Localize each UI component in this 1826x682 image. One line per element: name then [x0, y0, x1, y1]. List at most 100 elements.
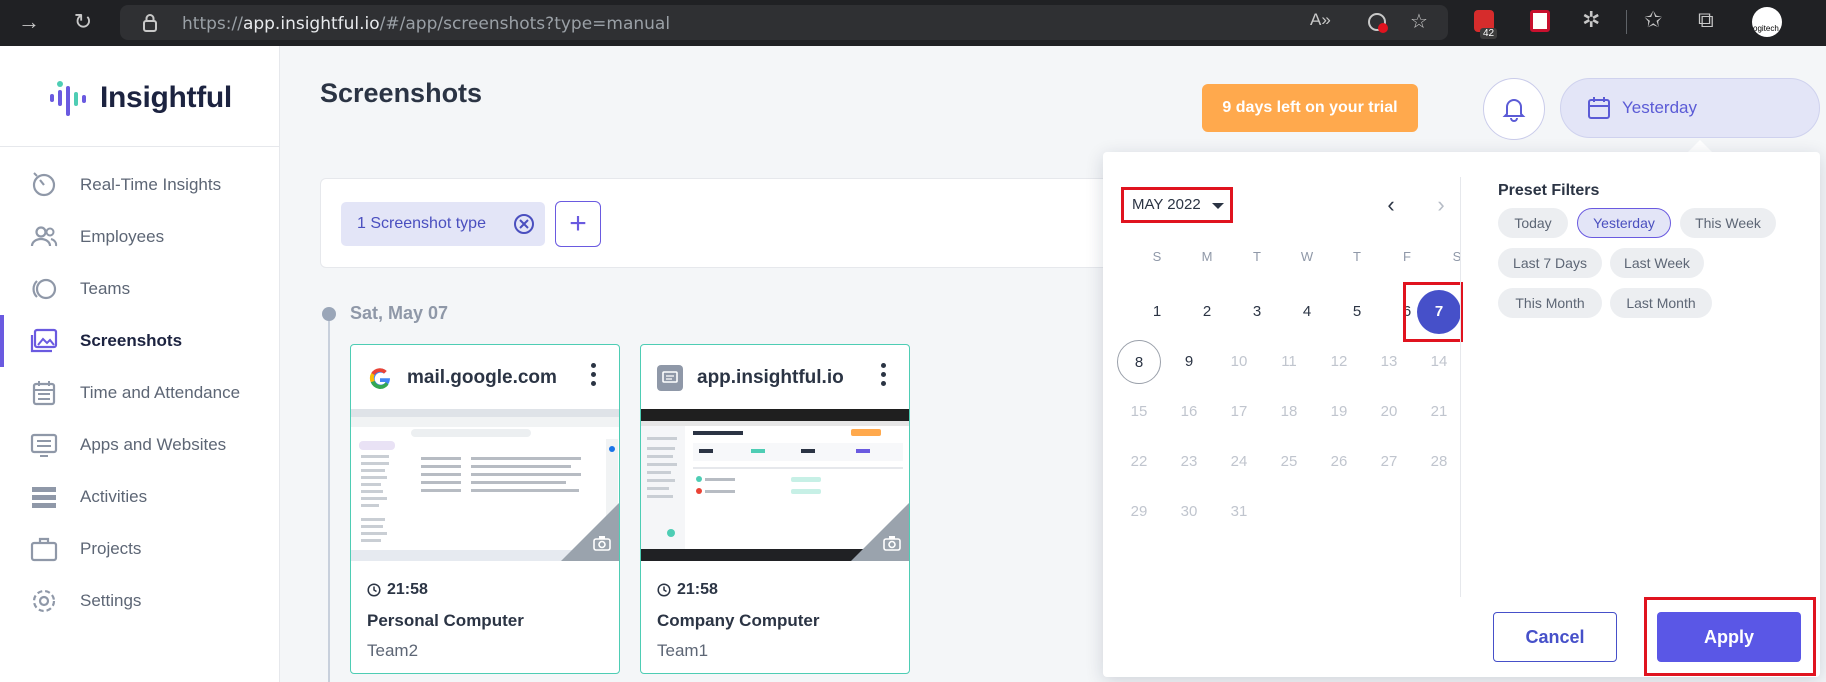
screenshot-card[interactable]: app.insightful.io 21:58 Company Computer…: [640, 344, 910, 674]
screenshot-thumbnail[interactable]: [351, 409, 619, 561]
calendar-day: 21: [1430, 403, 1448, 420]
kebab-menu-icon[interactable]: [591, 363, 597, 386]
calendar-day[interactable]: 3: [1235, 290, 1279, 334]
profile-label: ogitech: [1753, 24, 1779, 33]
profile-avatar[interactable]: ogitech: [1752, 7, 1782, 37]
timeline-dot: [322, 307, 336, 321]
sidebar-item-apps-and-websites[interactable]: Apps and Websites: [0, 419, 280, 471]
calendar-day: 23: [1180, 453, 1198, 470]
preset-last-7-days[interactable]: Last 7 Days: [1498, 248, 1602, 278]
date-picker: MAY 2022 ‹ › S M T W T F S 1 2 3 4 5 6 7…: [1103, 152, 1820, 677]
calendar-day: 18: [1280, 403, 1298, 420]
chevron-down-icon: [1212, 203, 1224, 209]
calendar-day: 14: [1430, 353, 1448, 370]
app-window-icon: [657, 365, 683, 391]
sidebar-item-time-and-attendance[interactable]: Time and Attendance: [0, 367, 280, 419]
calendar-day: 17: [1230, 403, 1248, 420]
favorites-icon[interactable]: ✩: [1644, 7, 1662, 33]
add-filter-button[interactable]: +: [555, 201, 601, 247]
calendar-day: 16: [1180, 403, 1198, 420]
date-range-button[interactable]: Yesterday: [1560, 78, 1820, 138]
calendar-day: 11: [1281, 353, 1297, 370]
calendar-day: 26: [1330, 453, 1348, 470]
calendar-day: 25: [1280, 453, 1298, 470]
sidebar-item-screenshots[interactable]: Screenshots: [0, 315, 280, 367]
calendar-day[interactable]: 1: [1135, 290, 1179, 334]
toolbar-divider: [1626, 10, 1627, 34]
kebab-menu-icon[interactable]: [881, 363, 887, 386]
logo[interactable]: Insightful: [48, 78, 232, 118]
month-select[interactable]: MAY 2022: [1121, 187, 1233, 223]
sidebar-divider: [0, 146, 280, 147]
forward-icon[interactable]: →: [14, 9, 44, 35]
next-month-button[interactable]: ›: [1429, 192, 1453, 218]
preset-this-week[interactable]: This Week: [1680, 208, 1776, 238]
sidebar-item-projects[interactable]: Projects: [0, 523, 280, 575]
sidebar-item-real-time-insights[interactable]: Real-Time Insights: [0, 159, 280, 211]
calendar-icon: [1588, 97, 1610, 119]
camera-icon: [593, 536, 611, 551]
filter-bar: 1 Screenshot type +: [320, 178, 1120, 268]
calendar-day[interactable]: 4: [1285, 290, 1329, 334]
calendar-day[interactable]: 9: [1167, 340, 1211, 384]
sidebar-item-label: Apps and Websites: [80, 435, 227, 454]
clock-icon: [367, 583, 381, 597]
collections-icon[interactable]: ⧉: [1698, 7, 1714, 33]
preset-this-month[interactable]: This Month: [1498, 288, 1602, 318]
calendar-day: 22: [1130, 453, 1148, 470]
calendar-day: 10: [1230, 353, 1248, 370]
extension-badge: 42: [1480, 28, 1498, 39]
monitor-icon: [30, 433, 58, 457]
calendar-day: 12: [1330, 353, 1348, 370]
preset-last-month[interactable]: Last Month: [1610, 288, 1712, 318]
calendar-day: 19: [1330, 403, 1348, 420]
tracking-icon[interactable]: [1366, 11, 1390, 35]
card-team: Team1: [657, 641, 709, 660]
calendar-day: 27: [1380, 453, 1398, 470]
calendar-day[interactable]: 5: [1335, 290, 1379, 334]
teams-icon: [32, 278, 57, 300]
extensions-icon[interactable]: ✲: [1582, 7, 1600, 33]
add-favorite-icon[interactable]: ☆: [1410, 9, 1428, 34]
preset-last-week[interactable]: Last Week: [1610, 248, 1704, 278]
calendar-day-today[interactable]: 8: [1117, 340, 1161, 384]
prev-month-button[interactable]: ‹: [1379, 192, 1403, 218]
trial-badge[interactable]: 9 days left on your trial: [1202, 84, 1418, 132]
screenshot-card[interactable]: mail.google.com 21:58 Personal Computer …: [350, 344, 620, 674]
sidebar-item-teams[interactable]: Teams: [0, 263, 280, 315]
google-icon: [369, 368, 391, 389]
calendar-day: 13: [1380, 353, 1398, 370]
browser-toolbar: → ↻ https://app.insightful.io/#/app/scre…: [0, 0, 1826, 46]
cancel-button[interactable]: Cancel: [1493, 612, 1617, 662]
notifications-button[interactable]: [1483, 78, 1545, 140]
sidebar-item-settings[interactable]: Settings: [0, 575, 280, 627]
card-team: Team2: [367, 641, 419, 660]
card-site: app.insightful.io: [697, 367, 844, 388]
insightful-logo-icon: [50, 81, 86, 116]
preset-yesterday[interactable]: Yesterday: [1577, 208, 1671, 238]
calendar-day: 30: [1180, 503, 1198, 520]
card-time: 21:58: [657, 581, 718, 599]
sidebar-item-label: Teams: [80, 279, 131, 298]
mcafee-icon[interactable]: [1530, 10, 1550, 32]
selected-day-highlight: [1403, 282, 1463, 342]
screenshot-thumbnail[interactable]: [641, 409, 909, 561]
preset-today[interactable]: Today: [1498, 208, 1568, 238]
close-circle-icon[interactable]: [513, 213, 535, 235]
calendar-day[interactable]: 2: [1185, 290, 1229, 334]
sidebar-item-employees[interactable]: Employees: [0, 211, 280, 263]
address-bar[interactable]: https://app.insightful.io/#/app/screensh…: [120, 5, 1448, 40]
clock-icon: [657, 583, 671, 597]
logo-text: Insightful: [100, 81, 232, 114]
reload-icon[interactable]: ↻: [68, 9, 98, 35]
screenshot-type-chip[interactable]: 1 Screenshot type: [341, 202, 545, 246]
sidebar-item-label: Real-Time Insights: [80, 175, 222, 194]
url-text: https://app.insightful.io/#/app/screensh…: [182, 14, 671, 34]
chip-label: 1 Screenshot type: [357, 215, 486, 232]
weekday-label: T: [1253, 249, 1261, 264]
realtime-icon: [32, 172, 56, 197]
sidebar-item-activities[interactable]: Activities: [0, 471, 280, 523]
sidebar-item-label: Projects: [80, 539, 142, 558]
weekday-label: S: [1152, 249, 1162, 264]
read-aloud-icon[interactable]: A»: [1310, 10, 1331, 30]
